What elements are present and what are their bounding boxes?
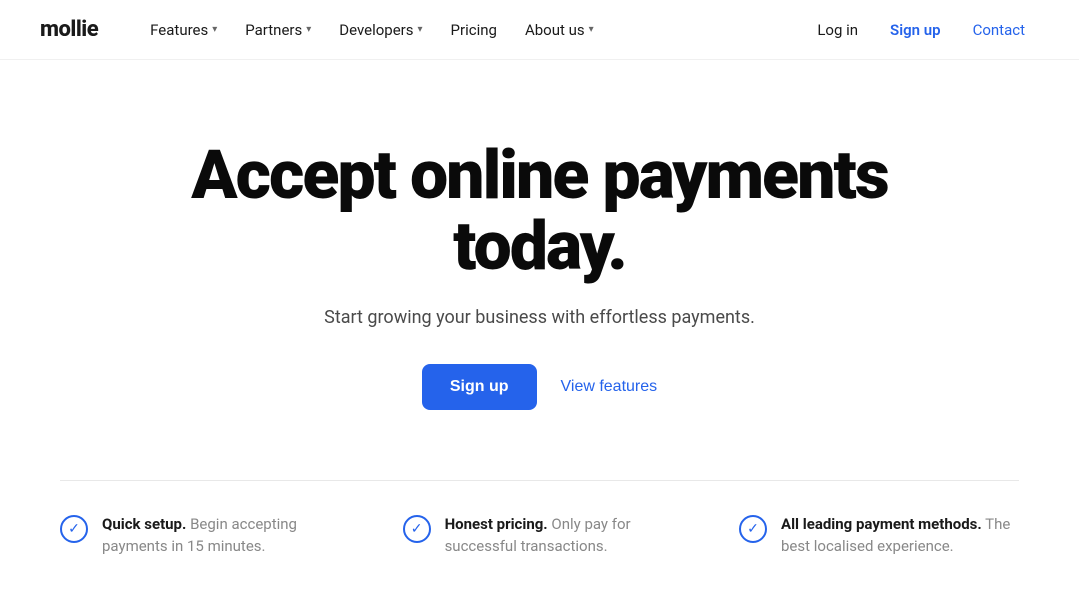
contact-nav-button[interactable]: Contact <box>959 13 1039 47</box>
nav-pricing[interactable]: Pricing <box>439 13 509 47</box>
login-button[interactable]: Log in <box>803 13 872 47</box>
feature-payment-methods: ✓ All leading payment methods. The best … <box>739 513 1019 558</box>
signup-hero-button[interactable]: Sign up <box>422 364 537 410</box>
hero-section: Accept online payments today. Start grow… <box>0 60 1079 470</box>
feature-quick-setup-text: Quick setup. Begin accepting payments in… <box>102 513 323 558</box>
hero-subtitle: Start growing your business with effortl… <box>324 307 755 328</box>
view-features-link[interactable]: View features <box>561 378 658 396</box>
nav-developers[interactable]: Developers ▾ <box>327 13 434 47</box>
feature-honest-pricing-text: Honest pricing. Only pay for successful … <box>445 513 659 558</box>
signup-nav-button[interactable]: Sign up <box>876 13 955 47</box>
chevron-down-icon: ▾ <box>589 24 594 35</box>
nav-about-label: About us <box>525 21 585 39</box>
nav-partners-label: Partners <box>245 21 302 39</box>
check-icon: ✓ <box>60 515 88 543</box>
feature-honest-pricing: ✓ Honest pricing. Only pay for successfu… <box>403 513 659 558</box>
nav-features[interactable]: Features ▾ <box>138 13 229 47</box>
hero-title: Accept online payments today. <box>190 140 890 283</box>
nav-links: Features ▾ Partners ▾ Developers ▾ Prici… <box>138 13 803 47</box>
feature-quick-setup: ✓ Quick setup. Begin accepting payments … <box>60 513 323 558</box>
feature-quick-setup-bold: Quick setup. <box>102 515 186 533</box>
check-icon: ✓ <box>403 515 431 543</box>
chevron-down-icon: ▾ <box>212 24 217 35</box>
nav-pricing-label: Pricing <box>451 21 497 39</box>
check-icon: ✓ <box>739 515 767 543</box>
nav-features-label: Features <box>150 21 208 39</box>
brand-logo[interactable]: mollie <box>40 17 98 42</box>
nav-right: Log in Sign up Contact <box>803 13 1039 47</box>
nav-about[interactable]: About us ▾ <box>513 13 606 47</box>
nav-developers-label: Developers <box>339 21 413 39</box>
features-row: ✓ Quick setup. Begin accepting payments … <box>0 481 1079 598</box>
feature-honest-pricing-bold: Honest pricing. <box>445 515 548 533</box>
navbar: mollie Features ▾ Partners ▾ Developers … <box>0 0 1079 60</box>
feature-payment-methods-text: All leading payment methods. The best lo… <box>781 513 1019 558</box>
chevron-down-icon: ▾ <box>418 24 423 35</box>
hero-buttons: Sign up View features <box>422 364 657 410</box>
chevron-down-icon: ▾ <box>306 24 311 35</box>
nav-partners[interactable]: Partners ▾ <box>233 13 323 47</box>
feature-payment-methods-bold: All leading payment methods. <box>781 515 982 533</box>
